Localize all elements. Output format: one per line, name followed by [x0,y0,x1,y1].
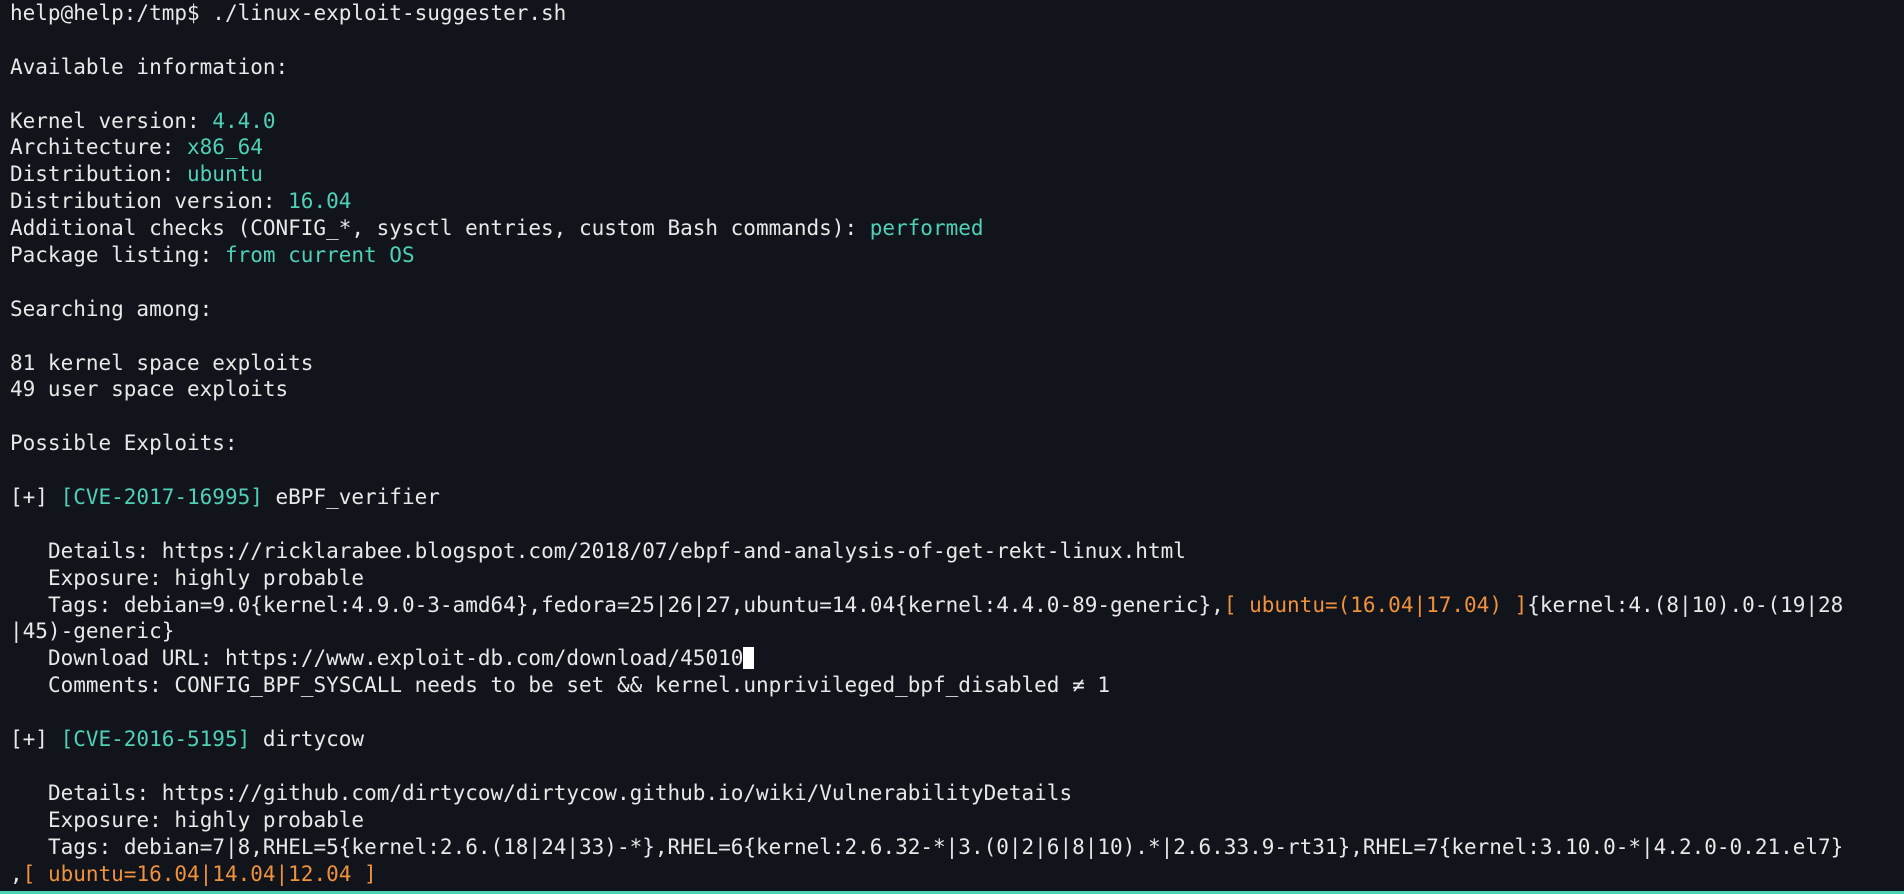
exploit-cve-id: [CVE-2017-16995] [60,485,263,510]
exploit-comments-line: Comments: CONFIG_BPF_SYSCALL needs to be… [48,673,1111,698]
prompt-user-host: help@help:/tmp$ [10,1,200,25]
package-listing-label: Package listing: [10,243,225,268]
distribution-line: Distribution: ubuntu [10,161,1904,188]
kernel-version-label: Kernel version: [10,108,213,133]
text-cursor [743,647,755,670]
available-heading: Available information: [10,54,289,79]
user-exploit-count: 49 user space exploits [10,377,289,402]
package-listing-line: Package listing: from current OS [10,242,1904,269]
exploit-marker: [+] [10,727,61,752]
additional-checks-label: Additional checks (CONFIG_*, sysctl entr… [10,216,870,241]
prompt-command: ./linux-exploit-suggester.sh [199,1,567,25]
exploit-tags-line: Tags: debian=9.0{kernel:4.9.0-3-amd64},f… [10,592,1904,619]
exploit-tags-text: Tags: debian=9.0{kernel:4.9.0-3-amd64},f… [48,592,1224,617]
exploit-tags-highlight: [ ubuntu=16.04|14.04|12.04 ] [22,861,377,886]
distribution-version-label: Distribution version: [10,189,289,214]
additional-checks-value: performed [869,216,984,241]
distribution-label: Distribution: [10,162,188,187]
possible-exploits-heading: Possible Exploits: [10,431,238,456]
terminal-window[interactable]: help@help:/tmp$ ./linux-exploit-suggeste… [0,0,1904,894]
package-listing-value: from current OS [224,243,415,268]
kernel-version-line: Kernel version: 4.4.0 [10,108,1904,135]
additional-checks-line: Additional checks (CONFIG_*, sysctl entr… [10,215,1904,242]
exploit-details-line: Details: https://ricklarabee.blogspot.co… [48,538,1186,563]
prompt-line: help@help:/tmp$ ./linux-exploit-suggeste… [10,0,1904,27]
exploit-download-url: Download URL: https://www.exploit-db.com… [48,646,744,671]
exploit-exposure-line: Exposure: highly probable [48,807,365,832]
exploit-marker: [+] [10,485,61,510]
exploit-tags-wrap-line: ,[ ubuntu=16.04|14.04|12.04 ] [10,861,1904,888]
kernel-exploit-count: 81 kernel space exploits [10,350,314,375]
distribution-version-value: 16.04 [288,189,352,214]
exploit-details-line: Details: https://github.com/dirtycow/dir… [48,780,1073,805]
searching-heading: Searching among: [10,296,213,321]
exploit-cve-id: [CVE-2016-5195] [60,727,251,752]
exploit-tags-wrap-line: |45)-generic} [10,619,175,644]
exploit-exposure-line: Exposure: highly probable [48,565,365,590]
kernel-version-value: 4.4.0 [212,108,276,133]
exploit-title-line: [+] [CVE-2016-5195] dirtycow [10,726,1904,753]
exploit-download-line: Download URL: https://www.exploit-db.com… [10,645,1904,672]
exploit-name: dirtycow [250,727,365,752]
architecture-value: x86_64 [187,135,263,160]
exploit-title-line: [+] [CVE-2017-16995] eBPF_verifier [10,484,1904,511]
distribution-value: ubuntu [187,162,263,187]
exploit-tags-tail: {kernel:4.(8|10).0-(19|28 [1527,592,1844,617]
exploit-tags-wrap-prefix: , [10,861,23,886]
exploit-tags-line: Tags: debian=7|8,RHEL=5{kernel:2.6.(18|2… [48,834,1844,859]
exploit-tags-highlight: [ ubuntu=(16.04|17.04) ] [1223,592,1528,617]
architecture-line: Architecture: x86_64 [10,134,1904,161]
architecture-label: Architecture: [10,135,188,160]
distribution-version-line: Distribution version: 16.04 [10,188,1904,215]
exploit-name: eBPF_verifier [262,485,440,510]
